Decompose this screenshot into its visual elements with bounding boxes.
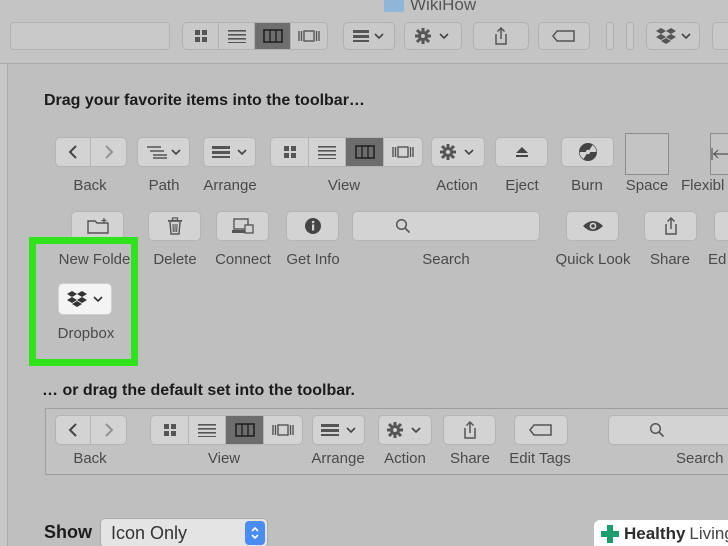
view-item[interactable]	[270, 137, 423, 167]
watermark-suffix: Living	[689, 524, 728, 543]
show-popup[interactable]: Icon Only	[100, 518, 268, 546]
flexible-space-item[interactable]	[710, 133, 728, 175]
connect-item[interactable]	[216, 211, 269, 241]
search-item[interactable]	[352, 211, 540, 241]
default-share-label: Share	[449, 450, 491, 467]
delete-item[interactable]	[148, 211, 201, 241]
list-view-icon[interactable]	[189, 416, 226, 444]
dropbox-label: Dropbox	[57, 325, 115, 342]
back-forward-item[interactable]	[55, 137, 127, 167]
icon-view-icon[interactable]	[183, 23, 219, 49]
default-set-heading: … or drag the default set into the toolb…	[42, 382, 355, 399]
window-view-switcher[interactable]	[182, 22, 328, 50]
default-share[interactable]	[443, 415, 496, 445]
window-arrange-button[interactable]	[343, 22, 395, 50]
default-back-label: Back	[73, 450, 107, 467]
path-label: Path	[148, 177, 180, 194]
popup-arrows-icon	[245, 521, 265, 545]
default-search[interactable]	[608, 415, 728, 445]
window-search-field[interactable]	[10, 22, 170, 50]
default-search-label: Search	[676, 450, 724, 467]
window-tags-button[interactable]	[538, 22, 590, 50]
space-item[interactable]	[625, 133, 669, 175]
eject-item[interactable]	[495, 137, 548, 167]
chevron-down-icon	[93, 296, 103, 303]
connect-label: Connect	[215, 251, 271, 268]
get-info-item[interactable]	[286, 211, 339, 241]
column-view-icon[interactable]	[226, 416, 264, 444]
watermark-cross-icon	[601, 525, 619, 543]
eject-label: Eject	[505, 177, 539, 194]
sheet-heading: Drag your favorite items into the toolba…	[44, 92, 365, 109]
default-action-label: Action	[384, 450, 426, 467]
get-info-label: Get Info	[286, 251, 340, 268]
coverflow-view-icon[interactable]	[384, 138, 422, 166]
edit-tags-label: Ed	[708, 251, 727, 268]
default-edit-tags[interactable]	[514, 415, 568, 445]
icon-view-icon[interactable]	[151, 416, 189, 444]
search-label: Search	[422, 251, 470, 268]
action-label: Action	[436, 177, 478, 194]
default-view-label: View	[207, 450, 241, 467]
show-label: Show	[44, 522, 92, 542]
flexible-space-label: Flexibl	[681, 177, 725, 194]
default-view[interactable]	[150, 415, 303, 445]
window-overflow-button[interactable]	[712, 22, 728, 50]
back-label: Back	[73, 177, 107, 194]
icon-view-icon[interactable]	[271, 138, 309, 166]
default-arrange[interactable]	[312, 415, 365, 445]
action-item[interactable]	[431, 137, 485, 167]
space-label: Space	[625, 177, 669, 194]
coverflow-view-icon[interactable]	[291, 23, 327, 49]
share-item[interactable]	[644, 211, 697, 241]
folder-icon	[384, 0, 404, 12]
dropbox-item[interactable]	[58, 283, 112, 315]
window-spacer-2	[626, 22, 634, 50]
forward-arrow-icon[interactable]	[91, 416, 126, 444]
window-title-text: WikiHow	[410, 0, 477, 14]
delete-label: Delete	[153, 251, 197, 268]
default-action[interactable]	[378, 415, 432, 445]
column-view-icon[interactable]	[346, 138, 384, 166]
list-view-icon[interactable]	[219, 23, 255, 49]
sidebar-sliver	[0, 64, 8, 546]
back-arrow-icon[interactable]	[56, 138, 91, 166]
watermark-brand: Healthy	[624, 524, 686, 543]
window-dropbox-button[interactable]	[646, 22, 700, 50]
coverflow-view-icon[interactable]	[264, 416, 302, 444]
burn-label: Burn	[571, 177, 603, 194]
forward-arrow-icon[interactable]	[91, 138, 126, 166]
back-arrow-icon[interactable]	[56, 416, 91, 444]
window-action-button[interactable]	[404, 22, 462, 50]
default-edit-tags-label: Edit Tags	[509, 450, 571, 467]
column-view-icon[interactable]	[255, 23, 291, 49]
watermark: Healthy Living	[594, 520, 728, 546]
window-share-button[interactable]	[473, 22, 529, 50]
view-label: View	[327, 177, 361, 194]
show-popup-value: Icon Only	[111, 522, 188, 543]
burn-item[interactable]	[561, 137, 614, 167]
window-spacer	[606, 22, 614, 50]
quick-look-label: Quick Look	[555, 251, 631, 268]
edit-tags-item[interactable]	[714, 211, 728, 241]
quick-look-item[interactable]	[566, 211, 619, 241]
list-view-icon[interactable]	[309, 138, 346, 166]
arrange-item[interactable]	[203, 137, 256, 167]
dropbox-icon	[67, 291, 87, 307]
path-item[interactable]	[137, 137, 190, 167]
window-title: WikiHow	[384, 0, 476, 14]
default-back-forward[interactable]	[55, 415, 127, 445]
share-label: Share	[649, 251, 691, 268]
arrange-label: Arrange	[203, 177, 257, 194]
default-arrange-label: Arrange	[311, 450, 365, 467]
